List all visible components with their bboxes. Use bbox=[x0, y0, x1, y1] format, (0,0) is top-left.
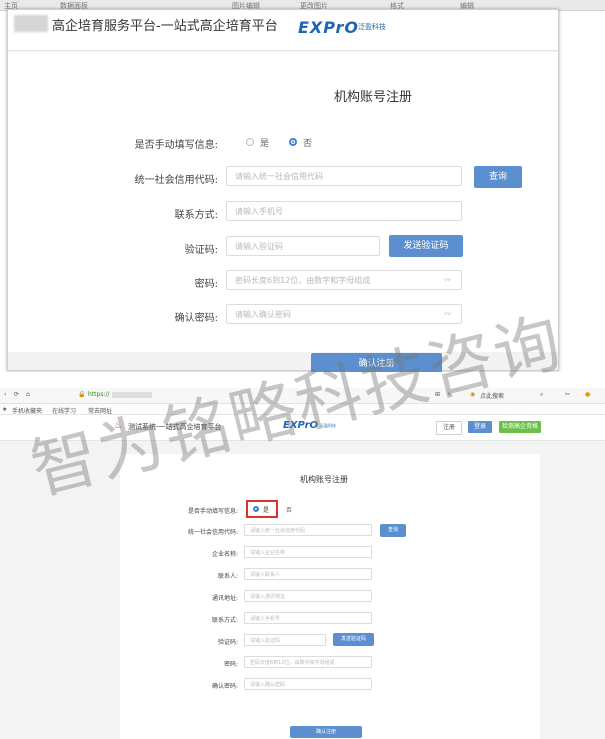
code-label: 验证码: bbox=[217, 639, 238, 646]
radio-no-label: 否 bbox=[286, 507, 293, 514]
manual-fill-label: 是否手动填写信息: bbox=[187, 508, 238, 515]
phone-label: 联系方式: bbox=[211, 617, 238, 624]
company-name-input[interactable]: 请输入企业名称 bbox=[244, 546, 372, 558]
phone-input[interactable]: 请输入手机号 bbox=[226, 201, 462, 221]
form-title: 机构账号注册 bbox=[300, 475, 348, 484]
expro-logo: EXPrO bbox=[298, 18, 359, 37]
browser-address-bar: ‹ ⟳ ⌂ 🔒 https:// ⊞ ⚡ ◉ 点此搜索 ⌕ ✂ ● bbox=[0, 388, 605, 404]
top-screenshot: 主页 数据面板 图片编辑 更改图片 格式 编辑 高企培育服务平台-一站式高企培育… bbox=[0, 0, 605, 372]
credit-code-label: 统一社会信用代码: bbox=[134, 175, 218, 186]
favorite-item[interactable]: 手机收藏夹 bbox=[12, 406, 42, 415]
refresh-icon[interactable]: ⟳ bbox=[14, 391, 19, 398]
lock-icon: 🔒 bbox=[78, 391, 86, 398]
form-title: 机构账号注册 bbox=[334, 90, 413, 105]
credit-code-label: 统一社会信用代码: bbox=[187, 529, 238, 536]
favorites-star-icon: ★ bbox=[2, 406, 8, 413]
flame-logo-icon: ♨ bbox=[114, 421, 123, 431]
platform-title: 测试系统-一站式高企培育平台 bbox=[128, 423, 222, 431]
blurred-region-name bbox=[14, 15, 48, 32]
radio-yes[interactable] bbox=[253, 506, 259, 512]
favorite-item[interactable]: 在线学习 bbox=[52, 406, 76, 415]
register-button[interactable]: 注册 bbox=[436, 421, 462, 435]
blurred-url bbox=[112, 392, 152, 398]
url-text[interactable]: https:// bbox=[88, 391, 110, 398]
radio-no[interactable] bbox=[289, 138, 297, 146]
favorite-item[interactable]: 常去网址 bbox=[88, 406, 112, 415]
company-name-label: 企业名称: bbox=[211, 551, 238, 558]
manual-fill-label: 是否手动填写信息: bbox=[134, 140, 218, 151]
bottom-screenshot: ‹ ⟳ ⌂ 🔒 https:// ⊞ ⚡ ◉ 点此搜索 ⌕ ✂ ● ★ 手机收藏… bbox=[0, 388, 605, 739]
contact-person-label: 联系人: bbox=[217, 573, 238, 580]
query-button[interactable]: 查询 bbox=[380, 524, 406, 537]
radio-no-label: 否 bbox=[303, 139, 313, 149]
home-icon[interactable]: ⌂ bbox=[26, 391, 30, 398]
password-input[interactable]: 密码长度6到12位，由数字和字母组成 bbox=[226, 270, 462, 290]
submit-button[interactable]: 确认注册 bbox=[311, 353, 442, 372]
favorites-bar: ★ 手机收藏夹 在线学习 常去网址 bbox=[0, 404, 605, 415]
edge-fragment bbox=[0, 203, 4, 209]
password-input[interactable]: 密码长度6到12位，由数字和字母组成 bbox=[244, 656, 372, 668]
code-label: 验证码: bbox=[184, 245, 218, 256]
phone-label: 联系方式: bbox=[174, 210, 218, 221]
confirm-password-input[interactable]: 请输入确认密码 bbox=[244, 678, 372, 690]
eye-icon[interactable]: 〰 bbox=[444, 275, 451, 285]
contact-person-input[interactable]: 请输入联系人 bbox=[244, 568, 372, 580]
back-icon[interactable]: ‹ bbox=[4, 391, 6, 398]
query-button[interactable]: 查询 bbox=[474, 166, 522, 188]
menu-icon[interactable]: ⊞ bbox=[435, 391, 440, 398]
lightning-icon[interactable]: ⚡ bbox=[447, 391, 451, 398]
password-label: 密码: bbox=[194, 279, 218, 290]
platform-title: 高企培育服务平台-一站式高企培育平台 bbox=[52, 19, 278, 34]
expro-logo: EXPrO bbox=[283, 420, 318, 431]
credit-code-input[interactable]: 请输入统一社会信用代码 bbox=[226, 166, 462, 186]
address-input[interactable]: 请输入通讯地址 bbox=[244, 590, 372, 602]
code-input[interactable]: 请输入验证码 bbox=[226, 236, 380, 256]
site-header: ♨ 测试系统-一站式高企培育平台 EXPrO 泛盈科技 注册 登录 检测高企资格 bbox=[0, 415, 605, 441]
address-label: 通讯地址: bbox=[211, 595, 238, 602]
eye-icon[interactable]: 〰 bbox=[444, 309, 451, 319]
phone-input[interactable]: 请输入手机号 bbox=[244, 612, 372, 624]
highlight-box bbox=[246, 500, 278, 518]
radio-yes-label: 是 bbox=[260, 139, 270, 149]
login-button[interactable]: 登录 bbox=[468, 421, 492, 433]
password-label: 密码: bbox=[223, 661, 238, 668]
send-code-button[interactable]: 发送验证码 bbox=[333, 633, 374, 646]
send-code-button[interactable]: 发送验证码 bbox=[389, 235, 463, 257]
site-header: 高企培育服务平台-一站式高企培育平台 EXPrO 泛盈科技 bbox=[8, 10, 558, 51]
expro-logo-subtitle: 泛盈科技 bbox=[320, 423, 336, 428]
confirm-password-label: 确认密码: bbox=[211, 683, 238, 690]
confirm-password-input[interactable]: 请输入确认密码 bbox=[226, 304, 462, 324]
confirm-password-label: 确认密码: bbox=[174, 313, 218, 324]
extension-icon[interactable]: ✂ bbox=[565, 391, 570, 398]
check-qualification-button[interactable]: 检测高企资格 bbox=[499, 421, 541, 433]
submit-button[interactable]: 确认注册 bbox=[290, 726, 362, 738]
expro-logo-subtitle: 泛盈科技 bbox=[358, 23, 386, 31]
credit-code-input[interactable]: 请输入统一社会信用代码 bbox=[244, 524, 372, 536]
registration-window: 高企培育服务平台-一站式高企培育平台 EXPrO 泛盈科技 机构账号注册 是否手… bbox=[7, 9, 559, 372]
radio-yes-label: 是 bbox=[263, 507, 270, 514]
radio-yes[interactable] bbox=[246, 138, 254, 146]
search-engine-icon: ◉ bbox=[470, 391, 476, 398]
user-icon[interactable]: ● bbox=[585, 391, 590, 398]
search-box[interactable]: 点此搜索 bbox=[480, 391, 504, 400]
code-input[interactable]: 请输入验证码 bbox=[244, 634, 326, 646]
search-icon[interactable]: ⌕ bbox=[540, 391, 543, 399]
